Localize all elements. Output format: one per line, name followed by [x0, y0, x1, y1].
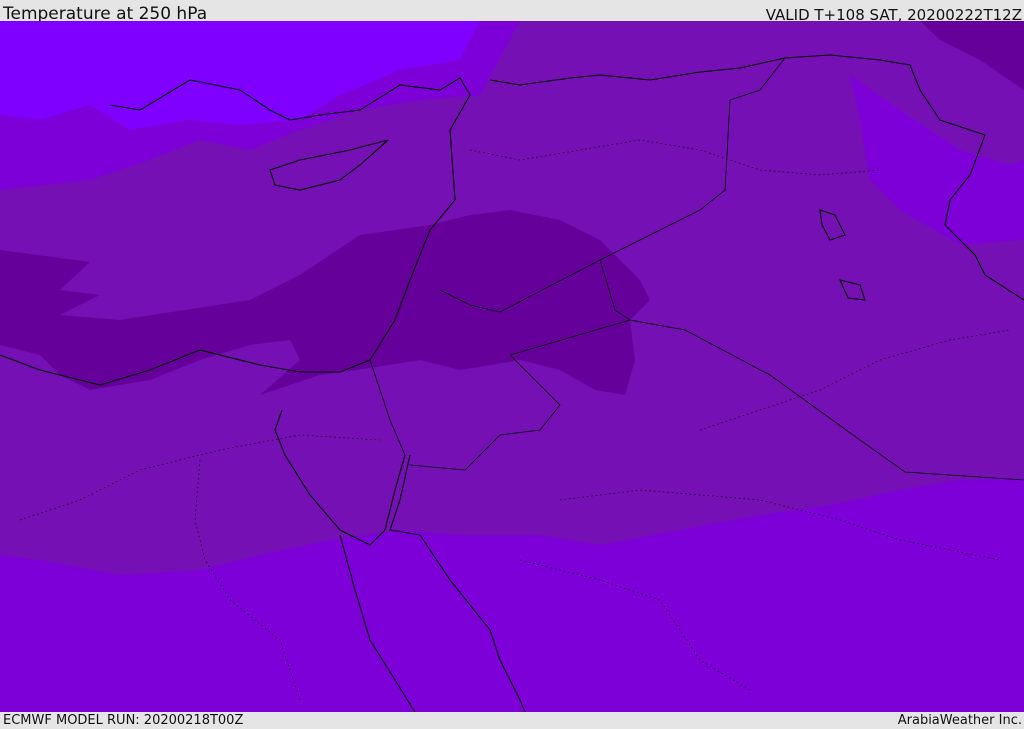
model-run: ECMWF MODEL RUN: 20200218T00Z	[3, 713, 244, 728]
credit: ArabiaWeather Inc.	[897, 713, 1022, 728]
header-bar: Temperature at 250 hPa VALID T+108 SAT, …	[0, 0, 1024, 24]
footer-bar: ECMWF MODEL RUN: 20200218T00Z ArabiaWeat…	[0, 712, 1024, 729]
temperature-map	[0, 21, 1024, 712]
